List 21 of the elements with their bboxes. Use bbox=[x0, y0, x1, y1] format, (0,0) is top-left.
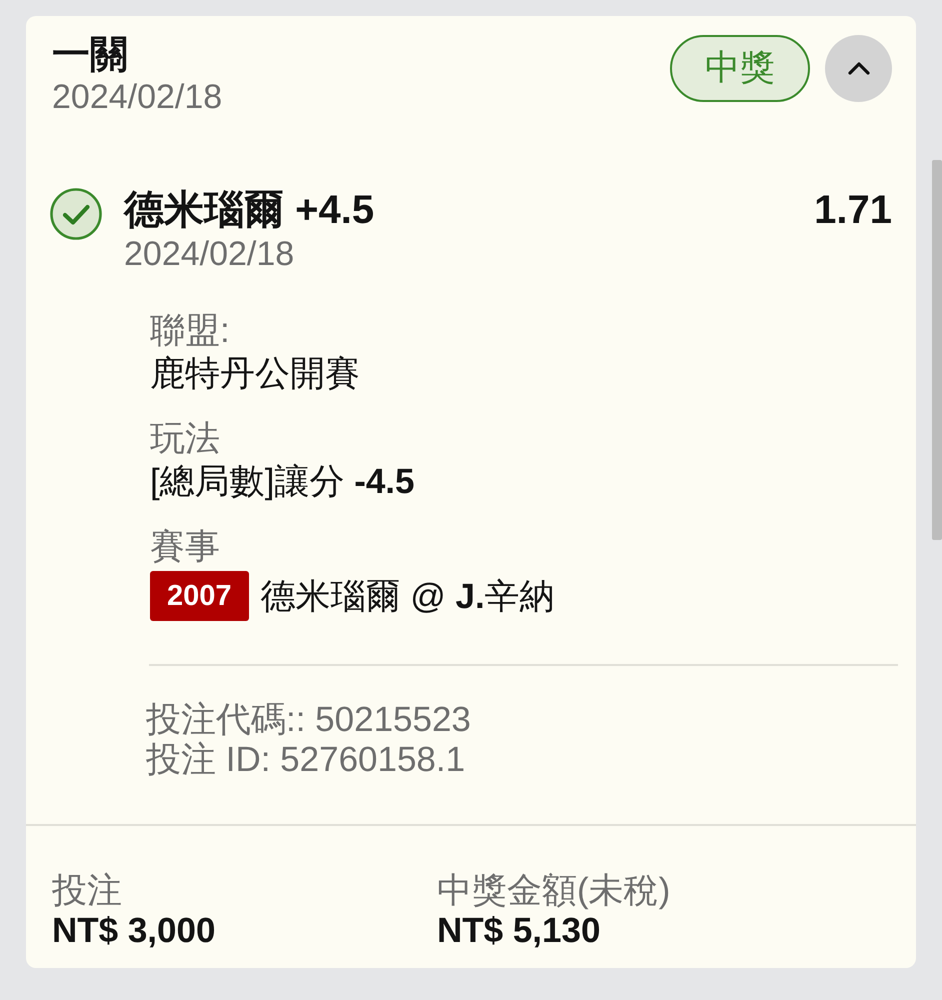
detail-label: 賽事 bbox=[150, 526, 221, 568]
summary-amount: NT$ 5,130 bbox=[437, 911, 602, 951]
odds-value: 1.71 bbox=[814, 187, 892, 233]
bet-reference: 投注 ID: 52760158.1 bbox=[146, 740, 466, 780]
event-code-badge: 2007 bbox=[150, 571, 249, 621]
bet-date: 2024/02/18 bbox=[52, 77, 222, 118]
detail-label: 玩法 bbox=[150, 418, 221, 460]
caret-icon bbox=[848, 62, 870, 75]
bet-reference: 投注代碼:: 50215523 bbox=[146, 700, 472, 740]
detail-label: 聯盟: bbox=[150, 310, 231, 352]
bet-type-title: 一關 bbox=[52, 34, 129, 76]
selection-name: 德米瑙爾 +4.5 bbox=[124, 187, 374, 233]
event-matchup: 德米瑙爾 @ J.辛納 bbox=[260, 576, 555, 618]
detail-value: 鹿特丹公開賽 bbox=[150, 353, 361, 395]
detail-value: [總局數]讓分 -4.5 bbox=[150, 461, 416, 503]
selection-date: 2024/02/18 bbox=[124, 234, 296, 275]
status-badge: 中獎 bbox=[670, 35, 810, 102]
summary-amount: NT$ 3,000 bbox=[52, 911, 216, 951]
scrollbar-thumb[interactable] bbox=[932, 160, 942, 540]
summary-label: 投注 bbox=[52, 871, 123, 911]
summary-label: 中獎金額(未稅) bbox=[437, 871, 672, 911]
